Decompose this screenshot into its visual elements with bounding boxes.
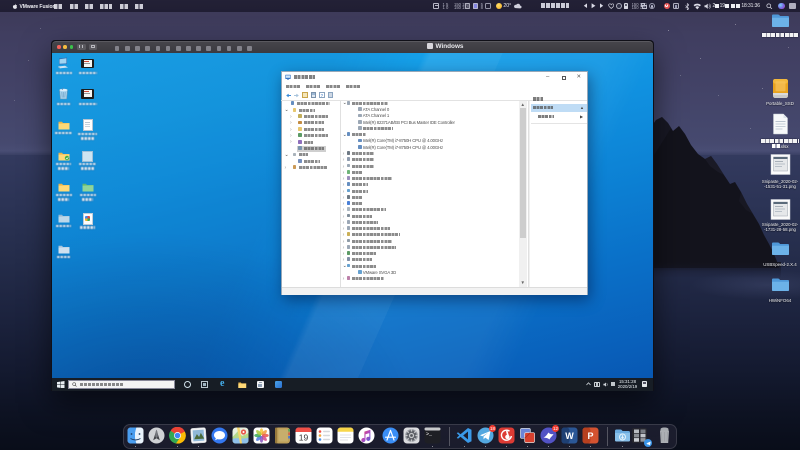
svg-text:W: W (565, 431, 574, 441)
svg-text:19: 19 (299, 432, 309, 442)
svg-text:>_: >_ (426, 431, 433, 437)
svg-text:P: P (587, 431, 593, 441)
